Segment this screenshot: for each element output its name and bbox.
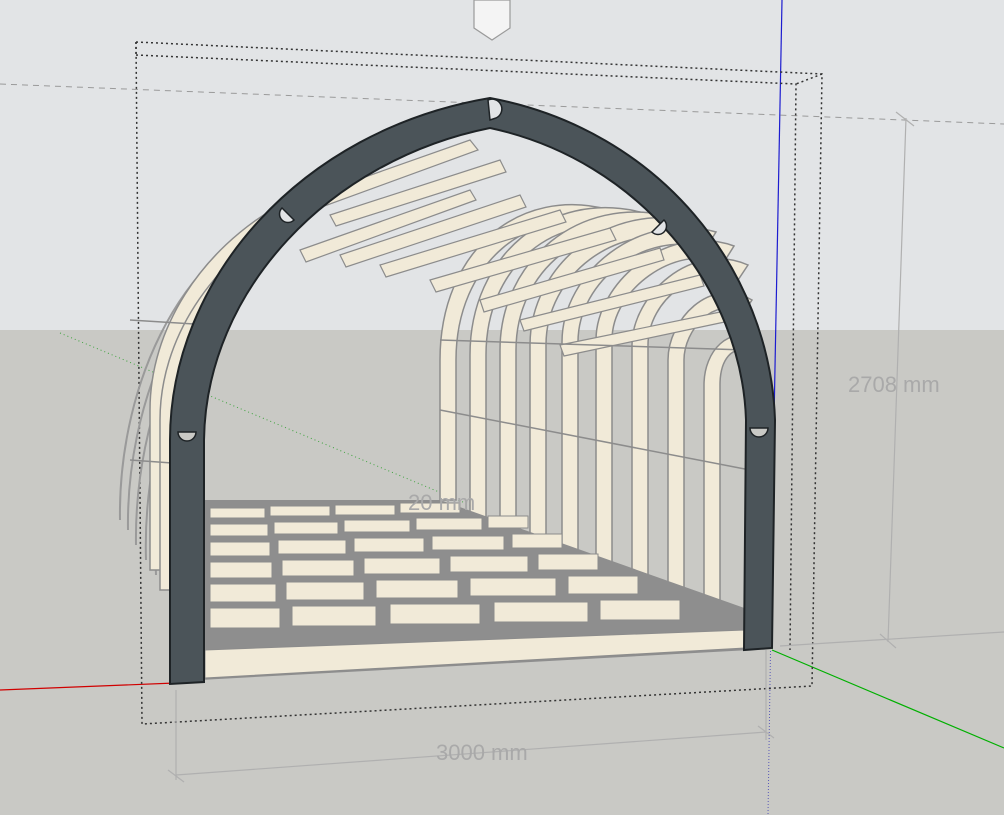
model-viewport[interactable]: 2708 mm 3000 mm 20 mm <box>0 0 1004 815</box>
height-dimension-label: 2708 mm <box>848 372 940 397</box>
hidden-dimension-label: 20 mm <box>408 490 475 515</box>
width-dimension-label: 3000 mm <box>436 740 528 765</box>
